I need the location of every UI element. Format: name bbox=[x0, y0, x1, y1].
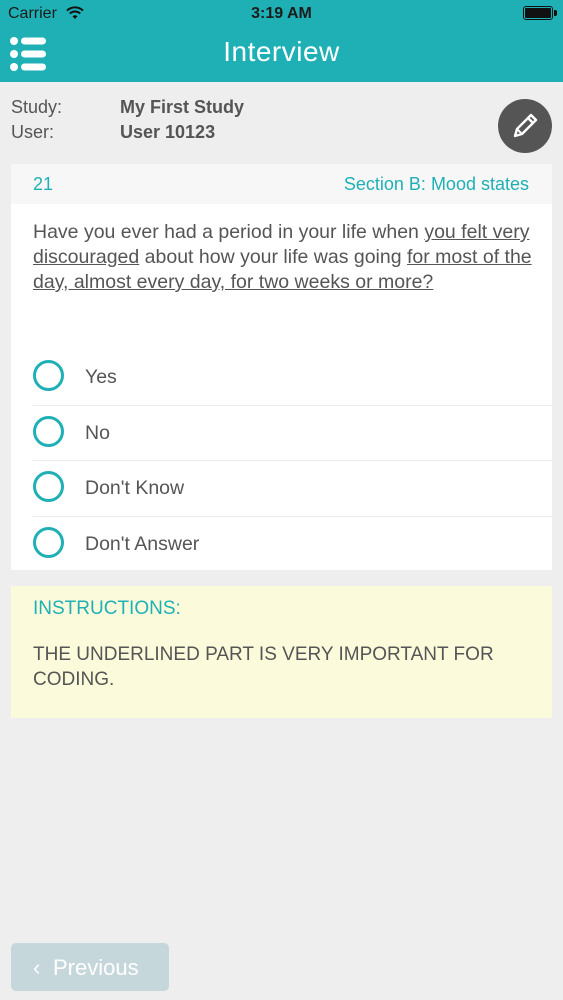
question-card: 21 Section B: Mood states Have you ever … bbox=[11, 164, 552, 570]
option-dont-know[interactable]: Don't Know bbox=[11, 462, 552, 517]
question-header: 21 Section B: Mood states bbox=[11, 164, 552, 204]
pencil-icon bbox=[513, 113, 538, 138]
instructions-text: THE UNDERLINED PART IS VERY IMPORTANT FO… bbox=[33, 644, 494, 690]
section-title: Section B: Mood states bbox=[343, 174, 529, 194]
study-label: Study: bbox=[11, 97, 63, 117]
question-number: 21 bbox=[33, 174, 54, 194]
edit-button[interactable] bbox=[498, 99, 552, 153]
option-label: Yes bbox=[85, 366, 117, 388]
status-bar: Carrier 3:19 AM bbox=[0, 0, 563, 28]
previous-label: Previous bbox=[53, 955, 139, 980]
option-dont-answer[interactable]: Don't Answer bbox=[11, 518, 552, 573]
divider bbox=[33, 516, 552, 517]
previous-button[interactable]: ‹ Previous bbox=[11, 943, 169, 991]
user-label: User: bbox=[11, 122, 55, 142]
instructions-panel: INSTRUCTIONS: THE UNDERLINED PART IS VER… bbox=[11, 586, 552, 718]
status-time: 3:19 AM bbox=[251, 5, 312, 22]
option-label: Don't Answer bbox=[85, 533, 200, 555]
question-text: Have you ever had a period in your life … bbox=[33, 220, 533, 295]
study-value: My First Study bbox=[120, 97, 245, 117]
radio-circle-icon[interactable] bbox=[33, 360, 64, 391]
question-text-part: Have you ever had a period in your life … bbox=[33, 221, 425, 243]
radio-circle-icon[interactable] bbox=[33, 471, 64, 502]
app-header: Carrier 3:19 AM Interview bbox=[0, 0, 563, 82]
chevron-left-icon: ‹ bbox=[33, 955, 41, 980]
page-title: Interview bbox=[223, 36, 340, 67]
divider bbox=[33, 405, 552, 406]
option-label: Don't Know bbox=[85, 477, 185, 499]
radio-circle-icon[interactable] bbox=[33, 416, 64, 447]
option-label: No bbox=[85, 422, 110, 444]
divider bbox=[33, 460, 552, 461]
instructions-title: INSTRUCTIONS: bbox=[33, 598, 181, 619]
question-text-part: about how your life was going bbox=[139, 246, 407, 268]
session-info: Study: My First Study User: User 10123 bbox=[0, 82, 563, 162]
option-yes[interactable]: Yes bbox=[11, 351, 552, 406]
user-value: User 10123 bbox=[120, 122, 216, 142]
battery-icon bbox=[523, 6, 557, 20]
nav-bar: Interview bbox=[0, 28, 563, 82]
radio-circle-icon[interactable] bbox=[33, 527, 64, 558]
option-no[interactable]: No bbox=[11, 407, 552, 462]
